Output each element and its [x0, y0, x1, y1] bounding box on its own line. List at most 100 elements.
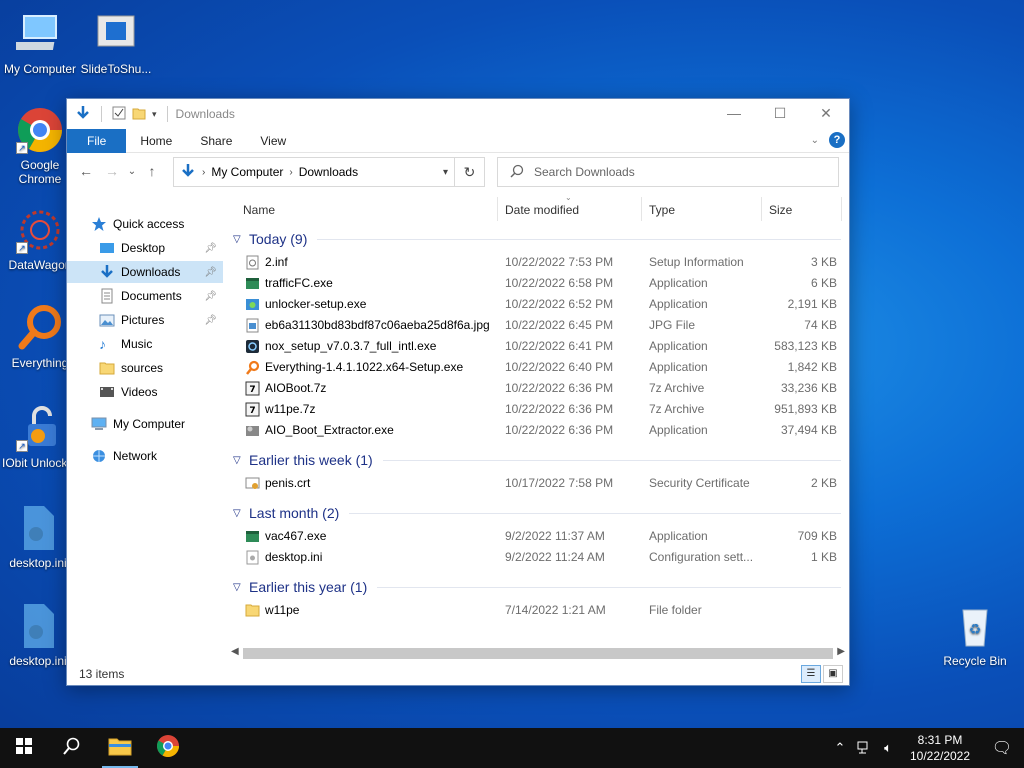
certificate-icon — [245, 476, 260, 491]
ribbon-tabs: File Home Share View ⌄ ? — [67, 128, 849, 153]
taskbar-chrome[interactable] — [144, 728, 192, 768]
computer-icon — [91, 416, 107, 432]
file-row[interactable]: eb6a31130bd83bdf87c06aeba25d8f6a.jpg 10/2… — [231, 314, 841, 335]
file-type: Application — [649, 297, 708, 311]
expand-ribbon-icon[interactable]: ⌄ — [811, 135, 819, 146]
file-row[interactable]: desktop.ini 9/2/2022 11:24 AM Configuratio… — [231, 546, 841, 567]
recent-locations-button[interactable]: ⌄ — [125, 166, 139, 177]
config-file-icon — [14, 504, 62, 552]
nav-documents[interactable]: Documents 📌︎ — [67, 285, 223, 307]
search-box[interactable]: Search Downloads — [497, 157, 839, 187]
taskbar-file-explorer[interactable] — [96, 728, 144, 768]
file-explorer-window[interactable]: ▾ Downloads — ☐ ✕ File Home Share View ⌄… — [66, 98, 850, 686]
file-date: 10/22/2022 6:36 PM — [505, 381, 614, 395]
address-dropdown-icon[interactable]: ▾ — [443, 167, 448, 178]
title-bar[interactable]: ▾ Downloads — ☐ ✕ — [67, 99, 849, 129]
show-hidden-icons-icon[interactable]: ⌃ — [828, 740, 852, 756]
address-bar[interactable]: › My Computer › Downloads ▾ — [173, 157, 455, 187]
chevron-down-icon[interactable]: ▾ — [152, 109, 157, 120]
large-icons-view-button[interactable]: ▣ — [823, 665, 843, 683]
group-header[interactable]: ▽ Last month (2) — [233, 503, 841, 523]
scroll-right-icon[interactable]: ▶ — [837, 646, 845, 657]
network-status-icon[interactable] — [852, 740, 876, 757]
column-header-date[interactable]: Date modified — [505, 203, 579, 217]
column-header-type[interactable]: Type — [649, 203, 675, 217]
file-row[interactable]: penis.crt 10/17/2022 7:58 PM Security Cert… — [231, 472, 841, 493]
group-header[interactable]: ▽ Earlier this week (1) — [233, 450, 841, 470]
new-folder-icon[interactable] — [132, 106, 146, 123]
tab-view[interactable]: View — [246, 129, 300, 153]
up-button[interactable]: ↑ — [139, 163, 165, 179]
file-row[interactable]: 2.inf 10/22/2022 7:53 PM Setup Information… — [231, 251, 841, 272]
nav-label: Desktop — [121, 241, 166, 255]
clock[interactable]: 8:31 PM 10/22/2022 — [900, 732, 980, 764]
file-row[interactable]: AIO_Boot_Extractor.exe 10/22/2022 6:36 PM… — [231, 419, 841, 440]
nav-pictures[interactable]: Pictures 📌︎ — [67, 309, 223, 331]
nav-videos[interactable]: Videos — [67, 381, 223, 403]
file-size: 1,842 KB — [787, 360, 837, 374]
scrollbar-thumb[interactable] — [243, 648, 833, 659]
breadcrumb-downloads[interactable]: Downloads — [299, 165, 358, 179]
shortcut-arrow-icon: ↗ — [16, 242, 28, 254]
desktop-icon-my-computer[interactable]: My Computer — [0, 10, 80, 76]
file-row[interactable]: Everything-1.4.1.1022.x64-Setup.exe 10/22… — [231, 356, 841, 377]
minimize-button[interactable]: — — [711, 99, 757, 127]
file-name: 2.inf — [265, 255, 288, 269]
details-view-button[interactable]: ☰ — [801, 665, 821, 683]
file-date: 10/22/2022 6:58 PM — [505, 276, 614, 290]
horizontal-scrollbar[interactable]: ◀ ▶ — [227, 645, 849, 662]
pin-icon[interactable]: 📌︎ — [204, 291, 217, 302]
nav-quick-access[interactable]: Quick access — [67, 213, 223, 235]
file-size: 583,123 KB — [774, 339, 837, 353]
nav-network[interactable]: Network — [67, 445, 223, 467]
nav-downloads[interactable]: Downloads 📌︎ — [67, 261, 223, 283]
nav-desktop[interactable]: Desktop 📌︎ — [67, 237, 223, 259]
file-date: 10/22/2022 6:41 PM — [505, 339, 614, 353]
back-button[interactable]: ← — [73, 163, 99, 179]
pin-icon[interactable]: 📌︎ — [204, 267, 217, 278]
tab-home[interactable]: Home — [126, 129, 186, 153]
start-button[interactable] — [0, 728, 48, 768]
nav-sources[interactable]: sources — [67, 357, 223, 379]
nav-label: Network — [113, 449, 158, 463]
nav-music[interactable]: ♪ Music — [67, 333, 223, 355]
pin-icon[interactable]: 📌︎ — [204, 243, 217, 254]
breadcrumb-my-computer[interactable]: My Computer — [211, 165, 283, 179]
refresh-button[interactable]: ↻ — [455, 157, 485, 187]
chrome-icon — [156, 734, 180, 763]
file-date: 10/22/2022 6:52 PM — [505, 297, 614, 311]
file-name: trafficFC.exe — [265, 276, 333, 290]
file-row[interactable]: unlocker-setup.exe 10/22/2022 6:52 PM Appl… — [231, 293, 841, 314]
forward-button[interactable]: → — [99, 163, 125, 179]
help-icon[interactable]: ? — [829, 132, 845, 148]
file-name: Everything-1.4.1.1022.x64-Setup.exe — [265, 360, 464, 374]
scroll-left-icon[interactable]: ◀ — [231, 646, 239, 657]
music-icon: ♪ — [99, 336, 106, 352]
search-button[interactable] — [48, 728, 96, 768]
file-row[interactable]: 7 AIOBoot.7z 10/22/2022 6:36 PM 7z Archive 3… — [231, 377, 841, 398]
volume-icon[interactable]: 🔈︎ — [876, 740, 900, 756]
search-input[interactable]: Search Downloads — [534, 165, 635, 179]
desktop-icon-slide-to-shutdown[interactable]: SlideToShu... — [76, 10, 156, 76]
column-header-name[interactable]: Name — [243, 203, 275, 217]
group-title: Earlier this week (1) — [249, 452, 373, 468]
file-row[interactable]: w11pe 7/14/2022 1:21 AM File folder — [231, 599, 841, 620]
nav-my-computer[interactable]: My Computer — [67, 413, 223, 435]
desktop-icon-recycle-bin[interactable]: ♻ Recycle Bin — [935, 602, 1015, 668]
file-row[interactable]: 7 w11pe.7z 10/22/2022 6:36 PM 7z Archive 951… — [231, 398, 841, 419]
tab-share[interactable]: Share — [186, 129, 246, 153]
properties-icon[interactable] — [112, 106, 126, 123]
close-button[interactable]: ✕ — [803, 99, 849, 127]
group-title: Last month (2) — [249, 505, 340, 521]
file-row[interactable]: trafficFC.exe 10/22/2022 6:58 PM Applicati… — [231, 272, 841, 293]
maximize-button[interactable]: ☐ — [757, 99, 803, 127]
file-row[interactable]: nox_setup_v7.0.3.7_full_intl.exe 10/22/20… — [231, 335, 841, 356]
tab-file[interactable]: File — [67, 128, 127, 153]
pin-icon[interactable]: 📌︎ — [204, 315, 217, 326]
group-header[interactable]: ▽ Today (9) — [233, 229, 841, 249]
file-row[interactable]: vac467.exe 9/2/2022 11:37 AM Application 70… — [231, 525, 841, 546]
notification-center-icon[interactable]: 🗨︎ — [980, 738, 1024, 758]
column-header-size[interactable]: Size — [769, 203, 792, 217]
group-header[interactable]: ▽ Earlier this year (1) — [233, 577, 841, 597]
file-name: AIO_Boot_Extractor.exe — [265, 423, 394, 437]
